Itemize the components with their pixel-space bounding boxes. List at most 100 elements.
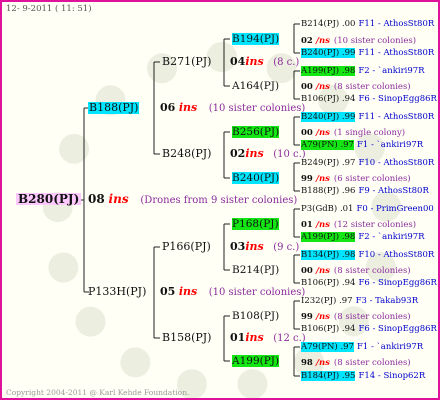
ancestor-origin: F3 - Takab93R: [355, 296, 419, 306]
node-p166-generation: 03ins (9 c.): [230, 240, 300, 254]
dam-node[interactable]: P133H(PJ): [88, 286, 146, 298]
ancestor-origin: F9 - AthosSt80R: [358, 186, 429, 196]
ancestor-line: A79(PN) .97 F1 - `ankiri97R: [301, 139, 423, 151]
ancestor-id[interactable]: A199(PJ) .98: [301, 232, 356, 242]
ancestor-line: B240(PJ) .99 F11 - AthosSt80R: [301, 47, 434, 59]
ancestor-origin: F2 - `ankiri97R: [358, 232, 425, 242]
node-p166[interactable]: P166(PJ): [162, 241, 211, 253]
generation-year: 99: [301, 312, 313, 322]
sister-colonies-note: (8 sister colonies): [333, 266, 411, 276]
ancestor-id[interactable]: B240(PJ) .99: [301, 112, 356, 122]
insemination-mark: /ns: [315, 312, 330, 322]
ancestor-id[interactable]: I232(PJ) .97: [301, 296, 353, 306]
node-b248-generation: 02ins (10 c.): [230, 147, 306, 161]
sister-colonies-note: (6 sister colonies): [333, 174, 411, 184]
generation-year: 00: [301, 82, 313, 92]
ancestor-line: B240(PJ) .99 F11 - AthosSt80R: [301, 111, 434, 123]
ancestor-line: A199(PJ) .98 F2 - `ankiri97R: [301, 65, 425, 77]
insemination-mark: /ns: [315, 128, 330, 138]
ancestor-line: I232(PJ) .97 F3 - Takab93R: [301, 295, 418, 307]
ancestor-id[interactable]: A199(PJ) .98: [301, 66, 356, 76]
ancestor-id[interactable]: B214(PJ) .00: [301, 19, 355, 29]
ancestor-line: 99/ns (6 sister colonies): [301, 173, 411, 185]
node-a199[interactable]: A199(PJ): [232, 355, 280, 367]
insemination-mark: /ns: [315, 36, 330, 46]
date-stamp: 12- 9-2011 ( 11: 51): [6, 4, 92, 14]
ancestor-line: B106(PJ) .94 F6 - SinopEgg86R: [301, 277, 437, 289]
ancestor-origin: F11 - AthosSt80R: [358, 19, 435, 29]
node-b248[interactable]: B248(PJ): [162, 148, 211, 160]
ancestor-line: 00/ns (8 sister colonies): [301, 265, 411, 277]
ancestor-origin: F11 - AthosSt80R: [358, 48, 435, 58]
node-b271[interactable]: B271(PJ): [162, 56, 211, 68]
node-p168[interactable]: P168(PJ): [232, 218, 279, 230]
sire-generation: 06 ins (10 sister colonies): [160, 101, 306, 115]
generation-year: 98: [301, 358, 313, 368]
sister-colonies-note: (8 sister colonies): [333, 358, 411, 368]
copyright: Copyright 2004-2011 @ Karl Kehde Foundat…: [6, 388, 190, 397]
ancestor-id[interactable]: B106(PJ) .94: [301, 94, 355, 104]
ancestor-line: 02/ns (10 sister colonies): [301, 35, 416, 47]
ancestor-line: A199(PJ) .98 F2 - `ankiri97R: [301, 231, 425, 243]
generation-year: 02: [301, 36, 313, 46]
ancestor-origin: F6 - SinopEgg86R: [358, 278, 437, 288]
ancestor-id[interactable]: B188(PJ) .96: [301, 186, 355, 196]
node-b108[interactable]: B108(PJ): [232, 310, 279, 322]
insemination-mark: /ns: [315, 174, 330, 184]
generation-year: 00: [301, 128, 313, 138]
root-generation: 08 ins (Drones from 9 sister colonies): [88, 192, 298, 206]
insemination-mark: /ns: [315, 82, 330, 92]
ancestor-line: B106(PJ) .94 F6 - SinopEgg86R: [301, 323, 437, 335]
ancestor-line: P3(GdB) .01 F0 - PrimGreen00: [301, 203, 434, 215]
node-b214[interactable]: B214(PJ): [232, 264, 279, 276]
ancestor-id[interactable]: B106(PJ) .94: [301, 278, 355, 288]
ancestor-id[interactable]: B106(PJ) .94: [301, 324, 355, 334]
ancestor-id[interactable]: B240(PJ) .99: [301, 48, 356, 58]
ancestor-id[interactable]: A79(PN) .97: [301, 342, 354, 352]
ancestor-line: 98/ns (8 sister colonies): [301, 357, 411, 369]
pedigree-frame: 12- 9-2011 ( 11: 51) B280(PJ) 08 ins (Dr…: [0, 0, 440, 400]
ancestor-origin: F1 - `ankiri97R: [356, 140, 424, 150]
sister-colonies-note: (1 single colony): [333, 128, 406, 138]
ancestor-origin: F10 - AthosSt80R: [358, 250, 435, 260]
sister-colonies-note: (8 sister colonies): [333, 82, 411, 92]
ancestor-line: 99/ns (8 sister colonies): [301, 311, 411, 323]
insemination-mark: /ns: [315, 266, 330, 276]
ancestor-origin: F10 - AthosSt80R: [358, 158, 435, 168]
ancestor-id[interactable]: B184(PJ) .95: [301, 371, 356, 381]
ancestor-origin: F0 - PrimGreen00: [356, 204, 434, 214]
node-b240[interactable]: B240(PJ): [232, 172, 280, 184]
dam-generation: 05 ins (10 sister colonies): [160, 285, 306, 299]
sister-colonies-note: (12 sister colonies): [333, 220, 417, 230]
node-b158[interactable]: B158(PJ): [162, 332, 211, 344]
ancestor-line: B134(PJ) .98 F10 - AthosSt80R: [301, 249, 434, 261]
ancestor-id[interactable]: B249(PJ) .97: [301, 158, 355, 168]
root-node[interactable]: B280(PJ): [16, 193, 82, 205]
ancestor-origin: F11 - AthosSt80R: [358, 112, 435, 122]
ancestor-id[interactable]: P3(GdB) .01: [301, 204, 353, 214]
ancestor-origin: F14 - Sinop62R: [358, 371, 426, 381]
sire-node[interactable]: B188(PJ): [88, 102, 140, 114]
node-b194[interactable]: B194(PJ): [232, 33, 280, 45]
ancestor-line: B184(PJ) .95 F14 - Sinop62R: [301, 370, 425, 382]
ancestor-line: A79(PN) .97 F1 - `ankiri97R: [301, 341, 423, 353]
generation-year: 99: [301, 174, 313, 184]
node-b158-generation: 01ins (12 c.): [230, 331, 306, 345]
insemination-mark: /ns: [315, 358, 330, 368]
ancestor-line: 01/ns (12 sister colonies): [301, 219, 416, 231]
ancestor-line: 00/ns (8 sister colonies): [301, 81, 411, 93]
ancestor-line: B214(PJ) .00 F11 - AthosSt80R: [301, 18, 434, 30]
node-b271-generation: 04ins (8 c.): [230, 55, 300, 69]
node-a164[interactable]: A164(PJ): [232, 80, 279, 92]
sister-colonies-note: (8 sister colonies): [333, 312, 411, 322]
ancestor-id[interactable]: B134(PJ) .98: [301, 250, 356, 260]
ancestor-origin: F2 - `ankiri97R: [358, 66, 425, 76]
node-b256[interactable]: B256(PJ): [232, 126, 280, 138]
sister-colonies-note: (10 sister colonies): [333, 36, 417, 46]
generation-year: 00: [301, 266, 313, 276]
ancestor-line: B106(PJ) .94 F6 - SinopEgg86R: [301, 93, 437, 105]
generation-year: 01: [301, 220, 313, 230]
ancestor-id[interactable]: A79(PN) .97: [301, 140, 354, 150]
ancestor-origin: F6 - SinopEgg86R: [358, 94, 437, 104]
ancestor-origin: F1 - `ankiri97R: [356, 342, 424, 352]
